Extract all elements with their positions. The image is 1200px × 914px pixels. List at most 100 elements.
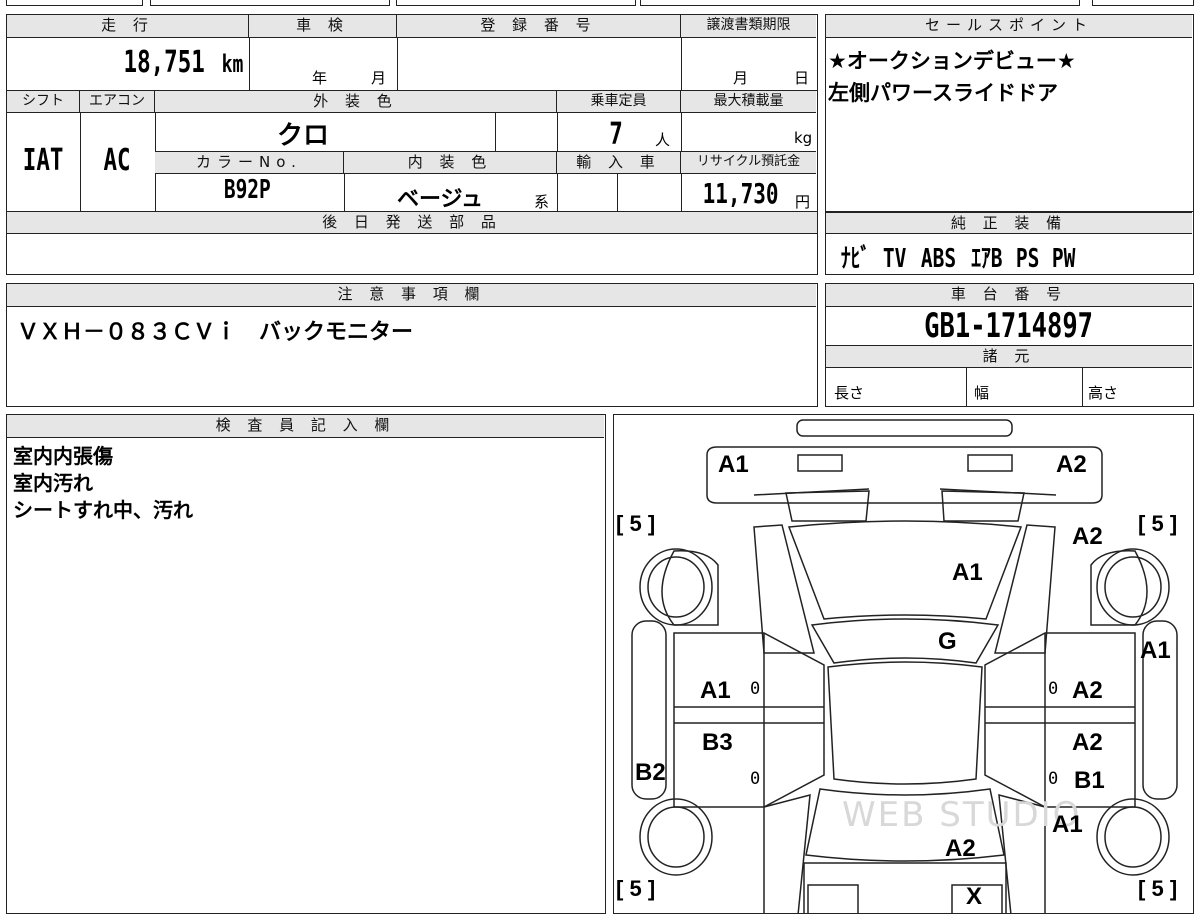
tire-rear-right-value: 5 [1151, 876, 1164, 901]
damage-roof-rear: A2 [945, 835, 976, 862]
equipment-item: PW [1051, 244, 1075, 274]
damage-left-rear-door: B3 [702, 729, 733, 756]
sales-point-header: セールスポイント [826, 15, 1192, 38]
chassis-number-value: GB1-1714897 [924, 306, 1094, 346]
transfer-deadline-header: 譲渡書類期限 [681, 15, 816, 38]
inspector-box: 検 査 員 記 入 欄 室内内張傷 室内汚れ シートすれ中、汚れ [6, 414, 606, 914]
inspector-note: シートすれ中、汚れ [13, 498, 193, 522]
equipment-item: PS [1015, 244, 1040, 274]
vehicle-info-table: 走 行 車 検 登 録 番 号 譲渡書類期限 18,751 km 年 月 月 日 … [6, 14, 818, 275]
interior-color-header: 内 装 色 [344, 152, 557, 174]
max-load-header: 最大積載量 [681, 91, 816, 113]
spec-length: 長さ [834, 384, 865, 402]
damage-hood: A1 [952, 559, 983, 586]
top-strip-cell-3 [396, 0, 636, 6]
mileage-value-wrap: 18,751 km [67, 45, 247, 80]
damage-right-front-door: A2 [1072, 677, 1103, 704]
sales-point-list: ★オークションデビュー★ 左側パワースライドドア [828, 45, 1076, 109]
registration-header: 登 録 番 号 [397, 15, 681, 38]
equipment-item: ABS [920, 244, 956, 274]
recycle-unit: 円 [795, 193, 811, 211]
watermark: WEB STUDIO [842, 795, 1082, 835]
top-strip-cell-4 [640, 0, 1080, 6]
color-no-value-wrap: B92P [197, 175, 297, 205]
later-parts-header: 後 日 発 送 部 品 [7, 212, 817, 234]
max-load-unit: kg [794, 129, 813, 147]
tire-rear-left-value: 5 [629, 876, 642, 901]
inspector-notes-list: 室内内張傷 室内汚れ シートすれ中、汚れ [13, 443, 193, 524]
damage-front-right-corner: A2 [1056, 451, 1087, 478]
damage-rear-mark: X [966, 883, 983, 910]
tire-front-left-label: [ 5 ] [616, 511, 656, 536]
door-digit: 0 [1048, 679, 1059, 699]
color-no-value: B92P [223, 175, 271, 205]
capacity-value: 7 [609, 117, 623, 152]
tire-front-right-value: 5 [1151, 511, 1164, 536]
tire-front-left-value: 5 [629, 511, 642, 536]
inspector-header: 検 査 員 記 入 欄 [7, 415, 604, 438]
door-digit: 0 [750, 769, 761, 789]
top-strip-cell-2 [150, 0, 390, 6]
transfer-month-unit: 月 [733, 69, 749, 87]
damage-right-rear-door-a: A2 [1072, 729, 1103, 756]
import-header: 輸 入 車 [557, 152, 681, 174]
capacity-value-wrap: 7 [607, 117, 625, 152]
damage-right-rear-fender: A1 [1052, 811, 1083, 838]
door-digit: 0 [1048, 769, 1059, 789]
mileage-value: 18,751 [123, 45, 205, 80]
interior-suffix: 系 [534, 193, 550, 211]
notes-text: ＶＸＨ－０８３ＣＶｉ バックモニター [17, 320, 414, 345]
damage-right-rocker: A1 [1140, 637, 1171, 664]
damage-left-rocker: B2 [635, 759, 666, 786]
mileage-header: 走 行 [7, 15, 249, 38]
car-outline [631, 419, 1178, 913]
car-diagram-box: WEB STUDIO [ 5 ] [ 5 ] [ 5 ] [ 5 ] A1 A2… [613, 414, 1194, 914]
damage-windshield: G [938, 628, 957, 655]
chassis-number-wrap: GB1-1714897 [826, 306, 1192, 346]
exterior-color-value: クロ [277, 121, 330, 151]
mileage-unit: km [221, 50, 244, 78]
shift-header: シフト [7, 91, 80, 113]
shift-value: IAT [23, 143, 64, 178]
aircon-header: エアコン [80, 91, 155, 113]
aircon-value: AC [103, 143, 132, 178]
equipment-item: ﾅﾋﾞ [840, 244, 871, 274]
chassis-number-header: 車 台 番 号 [826, 284, 1192, 307]
exterior-color-header: 外 装 色 [155, 91, 557, 113]
notes-box: 注 意 事 項 欄 ＶＸＨ－０８３ＣＶｉ バックモニター [6, 283, 818, 407]
notes-header: 注 意 事 項 欄 [7, 284, 816, 307]
recycle-header: リサイクル預託金 [681, 152, 816, 174]
tire-front-right-label: [ 5 ] [1138, 511, 1178, 536]
inspector-note: 室内汚れ [13, 471, 93, 495]
equipment-item: TV [883, 244, 907, 274]
damage-right-rear-door-b: B1 [1074, 767, 1105, 794]
equipment-item: ｴｱB [971, 244, 1003, 274]
door-digit: 0 [750, 679, 761, 699]
genuine-equipment-header: 純 正 装 備 [826, 212, 1192, 234]
sales-point-box: セールスポイント ★オークションデビュー★ 左側パワースライドドア [825, 14, 1194, 212]
interior-color-value: ベージュ [397, 187, 484, 212]
inspection-header: 車 検 [249, 15, 397, 38]
top-strip-cell-1 [6, 0, 143, 6]
capacity-header: 乗車定員 [557, 91, 681, 113]
damage-right-front-fender: A2 [1072, 523, 1103, 550]
spec-width: 幅 [974, 384, 990, 402]
sales-point-item: 左側パワースライドドア [828, 81, 1058, 105]
genuine-equipment-box: 純 正 装 備 ﾅﾋﾞ TV ABS ｴｱB PS PW [825, 212, 1194, 275]
damage-left-front-door: A1 [700, 677, 731, 704]
genuine-equipment-list: ﾅﾋﾞ TV ABS ｴｱB PS PW [836, 238, 1079, 275]
transfer-day-unit: 日 [794, 69, 810, 87]
tire-rear-left-label: [ 5 ] [616, 876, 656, 901]
tire-rear-right-label: [ 5 ] [1138, 876, 1178, 901]
specs-header: 諸 元 [826, 346, 1192, 368]
recycle-fee-value: 11,730 [702, 177, 779, 210]
sales-point-item: ★オークションデビュー★ [828, 49, 1076, 73]
inspection-year-unit: 年 [312, 69, 328, 87]
recycle-value-wrap: 11,730 [683, 177, 791, 210]
capacity-unit: 人 [655, 131, 671, 149]
shift-value-wrap: IAT [7, 143, 80, 178]
chassis-box: 車 台 番 号 GB1-1714897 諸 元 長さ 幅 高さ [825, 283, 1194, 407]
spec-height: 高さ [1088, 384, 1119, 402]
inspection-month-unit: 月 [371, 69, 387, 87]
top-strip-cell-5 [1092, 0, 1194, 6]
